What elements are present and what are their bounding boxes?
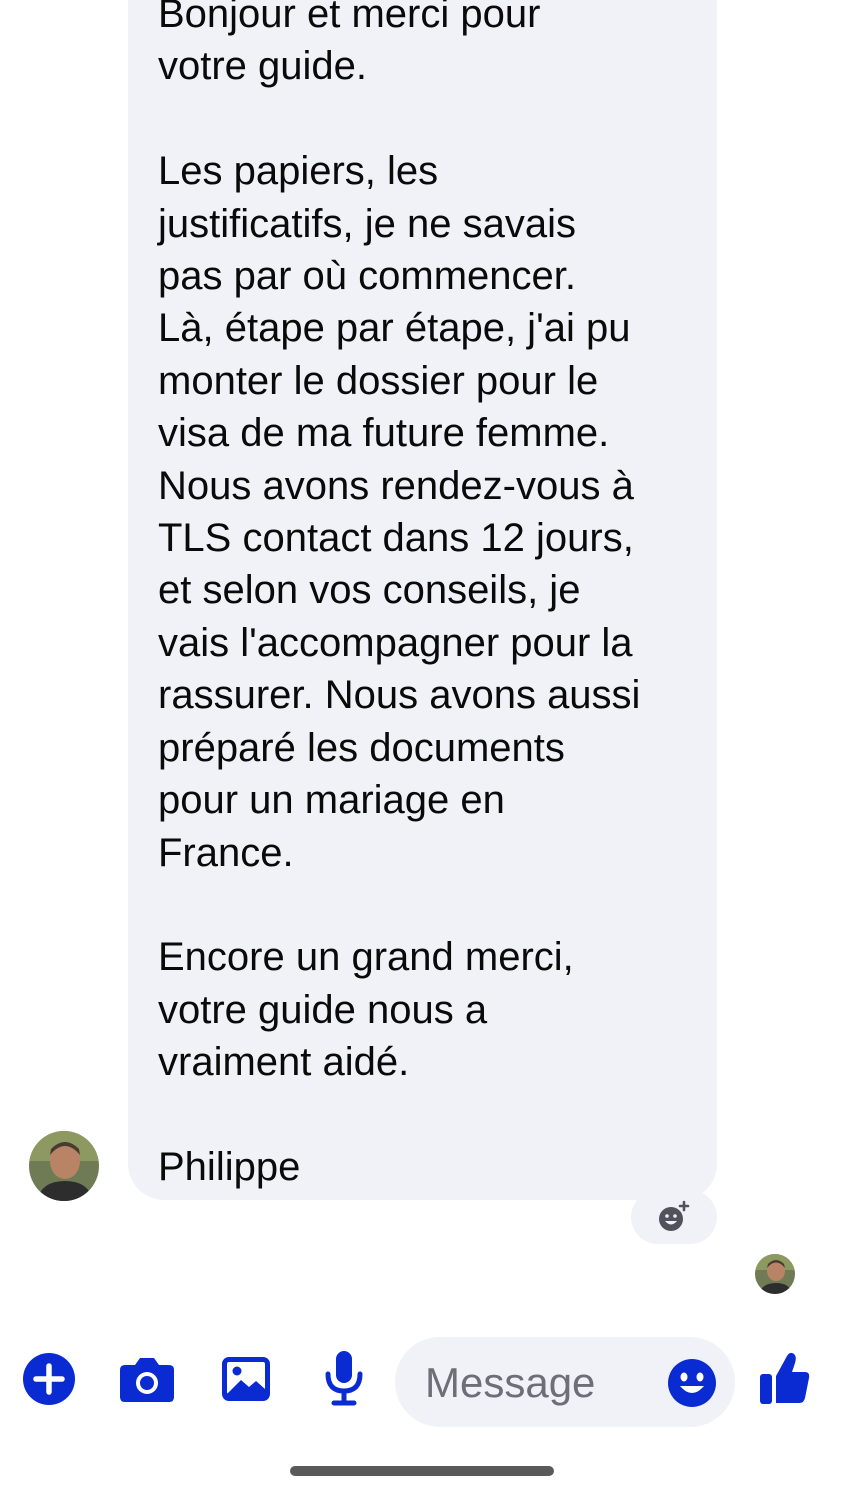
thumbs-up-icon (760, 1352, 810, 1404)
message-placeholder: Message (425, 1359, 596, 1406)
camera-button[interactable] (118, 1352, 176, 1406)
add-reaction-icon (659, 1200, 690, 1231)
message-text: Bonjour et merci pour votre guide. Les p… (158, 0, 641, 1189)
message-bubble[interactable]: Bonjour et merci pour votre guide. Les p… (128, 0, 717, 1200)
camera-icon (120, 1358, 174, 1402)
sender-avatar[interactable] (29, 1131, 99, 1201)
add-reaction-button[interactable] (631, 1190, 717, 1244)
microphone-button[interactable] (322, 1348, 366, 1408)
gallery-button[interactable] (218, 1352, 274, 1406)
microphone-icon (325, 1351, 363, 1406)
image-icon (222, 1357, 270, 1401)
message-input[interactable]: Message (395, 1337, 735, 1427)
smiley-icon[interactable] (667, 1358, 717, 1408)
add-button[interactable] (22, 1352, 76, 1406)
plus-circle-icon (23, 1353, 75, 1405)
seen-avatar (755, 1254, 795, 1294)
like-button[interactable] (758, 1348, 812, 1408)
home-indicator[interactable] (290, 1466, 554, 1476)
